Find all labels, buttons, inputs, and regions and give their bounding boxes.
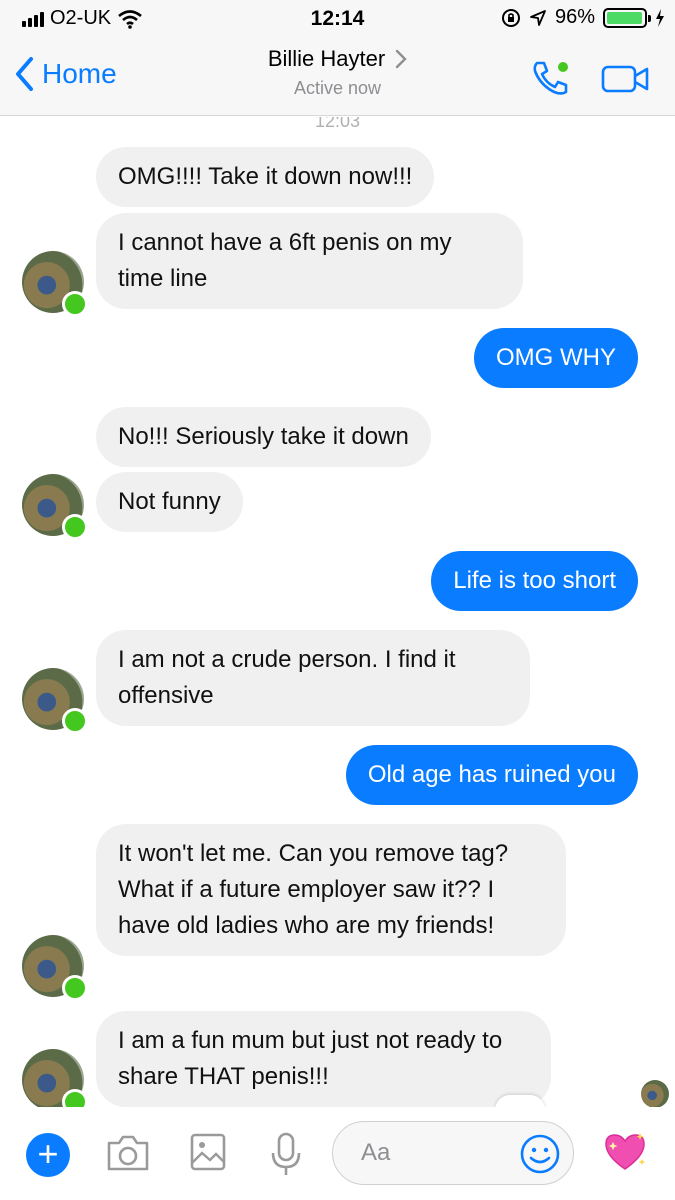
online-indicator bbox=[62, 291, 88, 317]
message-timestamp: 12:03 bbox=[314, 117, 361, 131]
message-bubble-incoming[interactable]: I cannot have a 6ft penis on my time lin… bbox=[96, 213, 523, 309]
battery-icon bbox=[603, 7, 651, 28]
message-input-placeholder: Aa bbox=[361, 1139, 391, 1166]
message-list[interactable]: 12:03 OMG!!!! Take it down now!!! I cann… bbox=[0, 117, 675, 1107]
microphone-icon[interactable] bbox=[268, 1131, 304, 1177]
plus-button[interactable]: + bbox=[26, 1133, 70, 1177]
rotation-lock-icon bbox=[501, 8, 520, 27]
phone-call-icon[interactable] bbox=[529, 58, 571, 100]
header-actions bbox=[529, 58, 649, 100]
composer-bar: + Aa bbox=[0, 1107, 675, 1200]
contact-avatar[interactable] bbox=[22, 1049, 88, 1107]
message-input[interactable]: Aa bbox=[332, 1121, 574, 1185]
message-bubble-incoming[interactable]: Not funny bbox=[96, 472, 243, 532]
message-bubble-incoming[interactable]: OMG!!!! Take it down now!!! bbox=[96, 147, 435, 207]
status-right: 96% bbox=[501, 6, 665, 29]
message-bubble-outgoing[interactable]: Old age has ruined you bbox=[345, 745, 638, 805]
reaction-button[interactable] bbox=[495, 1095, 545, 1107]
message-bubble-outgoing[interactable]: OMG WHY bbox=[474, 328, 638, 388]
contact-avatar[interactable] bbox=[22, 474, 88, 540]
contact-name: Billie Hayter bbox=[267, 46, 386, 71]
status-bar: O2-UK 12:14 96% bbox=[0, 0, 675, 40]
location-icon bbox=[530, 9, 546, 26]
charging-icon bbox=[656, 8, 664, 27]
camera-icon[interactable] bbox=[105, 1131, 151, 1175]
conversation-header: Home Billie Hayter Active now bbox=[0, 40, 675, 116]
contact-avatar[interactable] bbox=[22, 668, 88, 734]
message-bubble-incoming[interactable]: I am not a crude person. I find it offen… bbox=[96, 630, 530, 726]
seen-avatar bbox=[641, 1080, 669, 1107]
contact-avatar[interactable] bbox=[22, 251, 88, 317]
contact-avatar[interactable] bbox=[22, 935, 88, 1001]
online-indicator bbox=[62, 514, 88, 540]
sparkling-heart-icon[interactable] bbox=[602, 1129, 648, 1175]
message-bubble-outgoing[interactable]: Life is too short bbox=[431, 551, 638, 611]
photo-gallery-icon[interactable] bbox=[188, 1131, 228, 1173]
online-indicator bbox=[62, 708, 88, 734]
message-bubble-incoming[interactable]: It won't let me. Can you remove tag? Wha… bbox=[96, 824, 566, 956]
video-call-icon[interactable] bbox=[601, 64, 649, 94]
chevron-right-icon bbox=[395, 49, 407, 69]
message-bubble-incoming[interactable]: I am a fun mum but just not ready to sha… bbox=[96, 1011, 551, 1107]
online-indicator bbox=[62, 975, 88, 1001]
battery-percent: 96% bbox=[554, 6, 595, 28]
message-bubble-incoming[interactable]: No!!! Seriously take it down bbox=[96, 407, 431, 467]
contact-name-row: Billie Hayter bbox=[268, 46, 407, 72]
online-indicator bbox=[62, 1089, 88, 1107]
emoji-icon[interactable] bbox=[519, 1133, 561, 1175]
